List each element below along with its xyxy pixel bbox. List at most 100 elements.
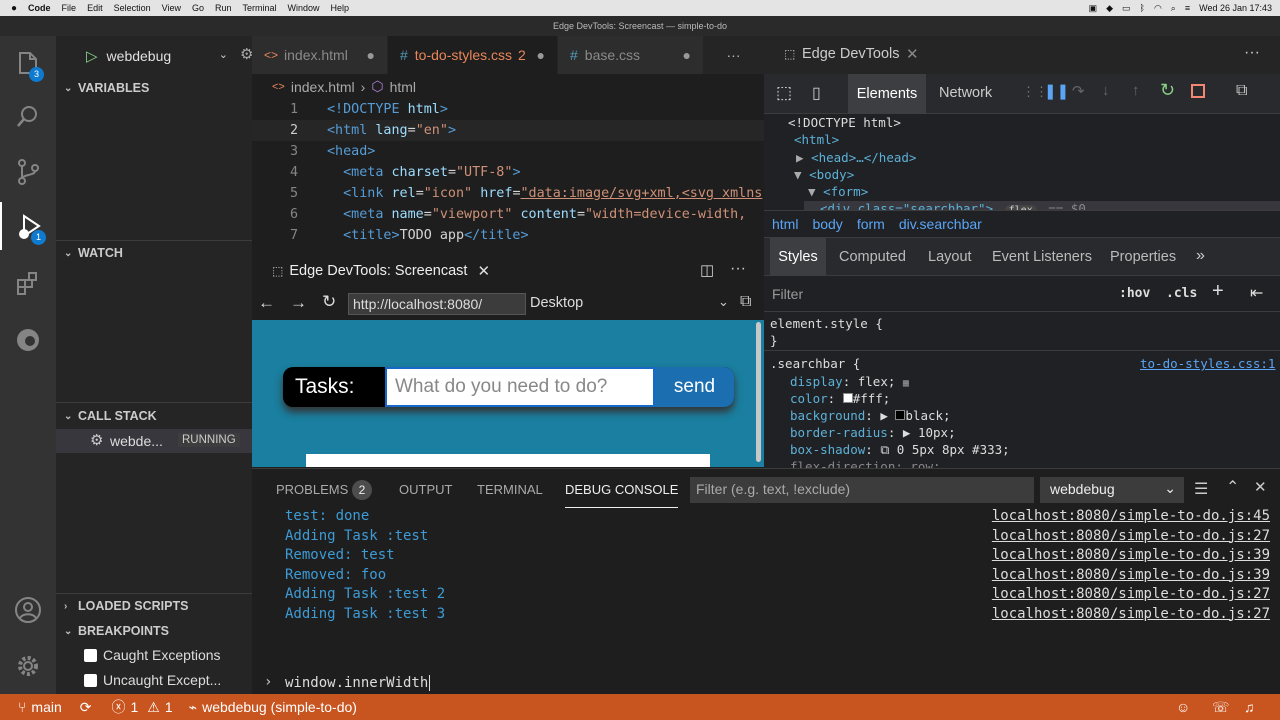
log-source-link[interactable]: localhost:8080/simple-to-do.js:39 xyxy=(992,567,1270,583)
caret-down-icon[interactable]: ▼ xyxy=(794,167,809,182)
prop-value[interactable]: flex; xyxy=(858,374,896,389)
pause-icon[interactable]: ❚❚ xyxy=(1044,82,1069,100)
search-icon[interactable] xyxy=(0,92,56,140)
tab-index-html[interactable]: <> index.html ● xyxy=(252,36,388,74)
prop-value[interactable]: 0 5px 8px #333; xyxy=(897,442,1010,457)
color-swatch[interactable] xyxy=(895,410,906,420)
feedback-button[interactable]: ☏ xyxy=(1212,699,1230,716)
tab-event-listeners[interactable]: Event Listeners xyxy=(992,249,1092,265)
console-input-row[interactable]: › window.innerWidth xyxy=(252,674,1280,694)
stop-icon[interactable] xyxy=(1191,84,1205,98)
style-prop-border-radius[interactable]: border-radius: ▶ 10px; xyxy=(790,425,956,440)
bluetooth-icon[interactable]: ᛒ xyxy=(1140,3,1145,13)
breakpoint-caught[interactable]: Caught Exceptions xyxy=(84,647,221,663)
cls-toggle[interactable]: .cls xyxy=(1166,286,1197,301)
device-toolbar-icon[interactable]: ⧉ xyxy=(740,293,751,311)
menu-terminal[interactable]: Terminal xyxy=(243,3,277,13)
style-prop-flex-direction[interactable]: flex-direction: row; xyxy=(790,459,941,468)
sidebar-toggle-icon[interactable]: ⇤ xyxy=(1250,283,1263,303)
checkbox[interactable] xyxy=(84,673,97,687)
app-menu[interactable]: Code xyxy=(28,3,51,13)
breakpoint-uncaught[interactable]: Uncaught Except... xyxy=(84,672,221,688)
crumb-body[interactable]: body xyxy=(812,216,842,232)
menu-go[interactable]: Go xyxy=(192,3,204,13)
style-prop-display[interactable]: display: flex; ▦ xyxy=(790,374,909,389)
menu-run[interactable]: Run xyxy=(215,3,232,13)
problems-indicator[interactable]: ⓧ 1 ⚠ 1 xyxy=(112,697,173,717)
more-tabs-icon[interactable]: » xyxy=(1196,247,1205,265)
color-swatch[interactable] xyxy=(842,393,853,403)
explorer-icon[interactable]: 3 xyxy=(0,40,56,88)
menu-window[interactable]: Window xyxy=(288,3,320,13)
accounts-icon[interactable] xyxy=(0,586,56,634)
tab-problems[interactable]: PROBLEMS xyxy=(276,482,348,497)
start-debug-icon[interactable]: ▷ xyxy=(86,47,98,65)
device-select[interactable]: Desktop xyxy=(530,295,583,311)
breadcrumb-file[interactable]: index.html xyxy=(291,79,355,95)
tab-to-do-styles[interactable]: # to-do-styles.css 2 ● xyxy=(388,36,558,74)
edge-devtools-icon[interactable] xyxy=(0,316,56,364)
tab-output[interactable]: OUTPUT xyxy=(399,482,452,497)
styles-filter-input[interactable]: Filter xyxy=(772,286,803,302)
variables-header[interactable]: ⌄ VARIABLES xyxy=(56,77,252,99)
menu-edit[interactable]: Edit xyxy=(87,3,103,13)
screencast-viewport[interactable]: Tasks: What do you need to do? send xyxy=(252,320,764,467)
caret-right-icon[interactable]: ▶ xyxy=(880,408,888,423)
settings-gear-icon[interactable] xyxy=(0,642,56,690)
send-button[interactable]: send xyxy=(655,367,734,407)
crumb-html[interactable]: html xyxy=(772,216,798,232)
battery-icon[interactable]: ▭ xyxy=(1122,3,1131,14)
element-style-rule[interactable]: element.style { xyxy=(770,316,883,331)
step-over-icon[interactable]: ↷ xyxy=(1072,82,1085,100)
call-stack-header[interactable]: ⌄ CALL STACK xyxy=(56,405,252,427)
debug-config-select[interactable]: ▷ webdebug ⌄ xyxy=(86,44,228,68)
hov-toggle[interactable]: :hov xyxy=(1119,286,1150,301)
caret-down-icon[interactable]: ▼ xyxy=(808,184,823,199)
dom-node[interactable]: ▼ <body> xyxy=(794,167,854,182)
debug-session-select[interactable]: webdebug ⌄ xyxy=(1040,477,1184,503)
breadcrumb-node[interactable]: html xyxy=(390,79,416,95)
control-center-icon[interactable]: ≡ xyxy=(1185,3,1190,13)
caret-right-icon[interactable]: ▶ xyxy=(903,425,911,440)
forward-arrow-icon[interactable]: → xyxy=(290,293,307,313)
dom-node[interactable]: ▼ <form> xyxy=(808,184,868,199)
more-actions-icon[interactable]: ··· xyxy=(730,260,746,278)
dom-node[interactable]: ▶ <head>…</head> xyxy=(796,150,916,165)
menu-file[interactable]: File xyxy=(62,3,77,13)
dom-node[interactable]: <!DOCTYPE html> xyxy=(788,115,901,130)
log-source-link[interactable]: localhost:8080/simple-to-do.js:27 xyxy=(992,586,1270,602)
flex-editor-icon[interactable]: ▦ xyxy=(903,378,909,389)
live-share-button[interactable]: ☺ xyxy=(1176,699,1190,715)
searchbar-selector[interactable]: .searchbar { xyxy=(770,356,860,371)
watch-header[interactable]: ⌄ WATCH xyxy=(56,242,252,264)
devtools-tab-label[interactable]: Edge DevTools xyxy=(802,46,900,62)
tab-styles[interactable]: Styles xyxy=(770,238,826,276)
console-filter-input[interactable]: Filter (e.g. text, !exclude) xyxy=(690,477,1034,503)
branch-indicator[interactable]: ⑂ main xyxy=(18,699,62,715)
maximize-panel-icon[interactable]: ⌃ xyxy=(1226,477,1239,497)
close-panel-icon[interactable]: ✕ xyxy=(1254,478,1267,496)
style-prop-box-shadow[interactable]: box-shadow: ⧉ 0 5px 8px #333; xyxy=(790,442,1010,458)
screencast-toggle-icon[interactable]: ⧉ xyxy=(1236,82,1247,100)
prop-value[interactable]: #fff; xyxy=(853,391,891,406)
tab-base-css[interactable]: # base.css ● xyxy=(558,36,704,74)
style-source-link[interactable]: to-do-styles.css:1 xyxy=(1140,356,1275,371)
url-input[interactable]: http://localhost:8080/ xyxy=(348,293,526,315)
crumb-form[interactable]: form xyxy=(857,216,885,232)
style-prop-background[interactable]: background: ▶ black; xyxy=(790,408,951,423)
log-source-link[interactable]: localhost:8080/simple-to-do.js:39 xyxy=(992,547,1270,563)
styles-pane[interactable]: element.style { } .searchbar { to-do-sty… xyxy=(764,312,1280,468)
caret-right-icon[interactable]: ▶ xyxy=(796,150,811,165)
console-input[interactable]: window.innerWidth xyxy=(285,675,431,691)
back-arrow-icon[interactable]: ← xyxy=(258,293,275,313)
debug-session-indicator[interactable]: ⌁ webdebug (simple-to-do) xyxy=(189,699,357,716)
restart-icon[interactable]: ↻ xyxy=(1160,80,1175,101)
step-into-icon[interactable]: ↓ xyxy=(1102,82,1110,99)
tab-terminal[interactable]: TERMINAL xyxy=(477,482,543,497)
dom-node-selected[interactable]: <div class="searchbar"> flex == $0 xyxy=(804,201,1280,210)
unsaved-dot-icon[interactable]: ● xyxy=(367,47,375,63)
prop-value[interactable]: black; xyxy=(905,408,950,423)
menu-view[interactable]: View xyxy=(162,3,181,13)
inspect-icon[interactable]: ⬚ xyxy=(776,83,792,103)
breakpoints-header[interactable]: ⌄ BREAKPOINTS xyxy=(56,620,252,642)
